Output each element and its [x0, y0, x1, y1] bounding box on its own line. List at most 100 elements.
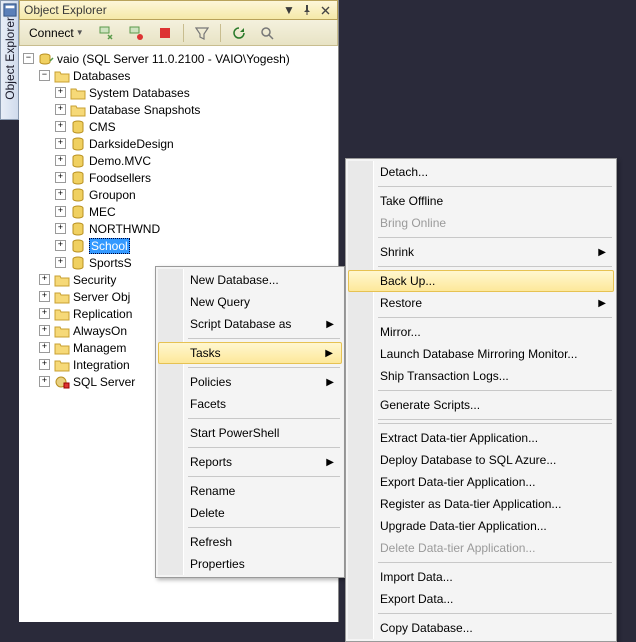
menu-item-properties[interactable]: Properties	[158, 553, 342, 575]
filter-icon	[195, 26, 209, 40]
menu-item-generate-scripts[interactable]: Generate Scripts...	[348, 394, 614, 416]
menu-separator	[188, 527, 340, 528]
folder-icon	[54, 307, 70, 321]
menu-item-rename[interactable]: Rename	[158, 480, 342, 502]
expander-plus-icon[interactable]: +	[55, 257, 66, 268]
expander-plus-icon[interactable]: +	[55, 104, 66, 115]
submenu-arrow-icon: ▶	[598, 298, 606, 309]
expander-plus-icon[interactable]: +	[55, 189, 66, 200]
menu-item-facets[interactable]: Facets	[158, 393, 342, 415]
disconnect-button[interactable]	[123, 22, 149, 44]
database-icon	[70, 205, 86, 219]
menu-item-new-query[interactable]: New Query	[158, 291, 342, 313]
menu-item-export-data[interactable]: Export Data...	[348, 588, 614, 610]
refresh-button[interactable]	[227, 23, 251, 43]
expander-plus-icon[interactable]: +	[55, 138, 66, 149]
search-button[interactable]	[255, 23, 279, 43]
expander-plus-icon[interactable]: +	[39, 291, 50, 302]
tree-label: CMS	[89, 120, 116, 134]
database-icon	[70, 154, 86, 168]
expander-plus-icon[interactable]: +	[39, 376, 50, 387]
menu-item-launch-mirror-monitor[interactable]: Launch Database Mirroring Monitor...	[348, 343, 614, 365]
expander-plus-icon[interactable]: +	[55, 206, 66, 217]
databases-label: Databases	[73, 69, 130, 83]
expander-minus-icon[interactable]: −	[23, 53, 34, 64]
panel-title-text: Object Explorer	[24, 3, 107, 17]
menu-item-delete[interactable]: Delete	[158, 502, 342, 524]
menu-item-script-database-as[interactable]: Script Database as▶	[158, 313, 342, 335]
tree-node-databases[interactable]: − Databases	[19, 67, 338, 84]
tree-node-db-cms[interactable]: + CMS	[19, 118, 338, 135]
menu-item-delete-data-tier: Delete Data-tier Application...	[348, 537, 614, 559]
tree-node-db-school[interactable]: +School	[19, 237, 338, 254]
connect-server-button[interactable]	[93, 22, 119, 44]
expander-plus-icon[interactable]: +	[55, 121, 66, 132]
autohide-pin-icon[interactable]	[299, 3, 315, 17]
tree-node-server[interactable]: − vaio (SQL Server 11.0.2100 - VAIO\Yoge…	[19, 50, 338, 67]
tree-node-snapshots[interactable]: + Database Snapshots	[19, 101, 338, 118]
expander-plus-icon[interactable]: +	[55, 155, 66, 166]
tree-label: MEC	[89, 205, 116, 219]
expander-plus-icon[interactable]: +	[55, 87, 66, 98]
tree-node-db-mec[interactable]: + MEC	[19, 203, 338, 220]
panel-titlebar[interactable]: Object Explorer ▼	[19, 0, 338, 20]
database-icon	[70, 239, 86, 253]
menu-item-new-database[interactable]: New Database...	[158, 269, 342, 291]
expander-plus-icon[interactable]: +	[39, 342, 50, 353]
docked-tab-object-explorer[interactable]: Object Explorer	[0, 0, 19, 120]
database-icon	[70, 188, 86, 202]
menu-separator	[188, 338, 340, 339]
folder-icon	[54, 341, 70, 355]
menu-item-shrink[interactable]: Shrink▶	[348, 241, 614, 263]
expander-plus-icon[interactable]: +	[55, 223, 66, 234]
menu-item-upgrade-data-tier[interactable]: Upgrade Data-tier Application...	[348, 515, 614, 537]
expander-plus-icon[interactable]: +	[39, 274, 50, 285]
menu-item-ship-transaction-logs[interactable]: Ship Transaction Logs...	[348, 365, 614, 387]
menu-item-start-powershell[interactable]: Start PowerShell	[158, 422, 342, 444]
window-position-button[interactable]: ▼	[281, 3, 297, 17]
menu-item-detach[interactable]: Detach...	[348, 161, 614, 183]
menu-separator	[188, 447, 340, 448]
expander-plus-icon[interactable]: +	[55, 240, 66, 251]
expander-plus-icon[interactable]: +	[55, 172, 66, 183]
tree-node-db-darkside[interactable]: +DarksideDesign	[19, 135, 338, 152]
menu-separator	[188, 476, 340, 477]
expander-plus-icon[interactable]: +	[39, 359, 50, 370]
tree-node-db-foodsellers[interactable]: +Foodsellers	[19, 169, 338, 186]
menu-separator	[378, 390, 612, 391]
menu-item-restore[interactable]: Restore▶	[348, 292, 614, 314]
refresh-icon	[232, 26, 246, 40]
tree-node-system-databases[interactable]: + System Databases	[19, 84, 338, 101]
submenu-arrow-icon: ▶	[325, 348, 333, 359]
expander-plus-icon[interactable]: +	[39, 325, 50, 336]
menu-item-register-data-tier[interactable]: Register as Data-tier Application...	[348, 493, 614, 515]
menu-item-take-offline[interactable]: Take Offline	[348, 190, 614, 212]
close-icon[interactable]	[317, 3, 333, 17]
expander-minus-icon[interactable]: −	[39, 70, 50, 81]
server-disconnect-icon	[128, 25, 144, 41]
tree-node-db-demo[interactable]: +Demo.MVC	[19, 152, 338, 169]
menu-item-policies[interactable]: Policies▶	[158, 371, 342, 393]
menu-item-import-data[interactable]: Import Data...	[348, 566, 614, 588]
menu-item-extract-data-tier[interactable]: Extract Data-tier Application...	[348, 427, 614, 449]
menu-item-tasks[interactable]: Tasks▶	[158, 342, 342, 364]
menu-item-refresh[interactable]: Refresh	[158, 531, 342, 553]
menu-item-export-data-tier[interactable]: Export Data-tier Application...	[348, 471, 614, 493]
submenu-arrow-icon: ▶	[326, 377, 334, 388]
filter-button[interactable]	[190, 23, 214, 43]
menu-separator	[378, 266, 612, 267]
menu-item-mirror[interactable]: Mirror...	[348, 321, 614, 343]
stop-button[interactable]	[153, 23, 177, 43]
submenu-arrow-icon: ▶	[326, 319, 334, 330]
expander-plus-icon[interactable]: +	[39, 308, 50, 319]
tree-node-db-northwnd[interactable]: +NORTHWND	[19, 220, 338, 237]
server-connect-icon	[98, 25, 114, 41]
menu-item-deploy-to-azure[interactable]: Deploy Database to SQL Azure...	[348, 449, 614, 471]
tree-label: Groupon	[89, 188, 136, 202]
menu-item-back-up[interactable]: Back Up...	[348, 270, 614, 292]
menu-item-bring-online: Bring Online	[348, 212, 614, 234]
tree-node-db-groupon[interactable]: + Groupon	[19, 186, 338, 203]
menu-item-copy-database[interactable]: Copy Database...	[348, 617, 614, 639]
connect-button[interactable]: Connect ▼	[24, 23, 89, 43]
menu-item-reports[interactable]: Reports▶	[158, 451, 342, 473]
